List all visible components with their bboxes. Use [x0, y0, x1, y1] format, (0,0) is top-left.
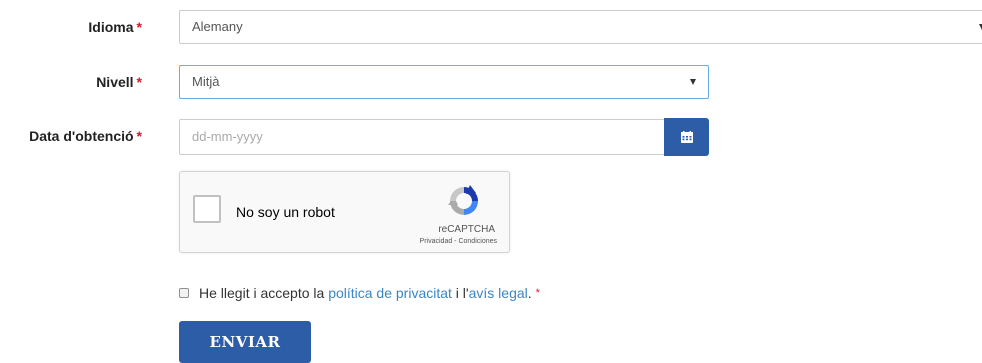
consent-text-prefix: He llegit i accepto la [199, 285, 329, 301]
recaptcha-links: Privacidad - Condiciones [420, 238, 497, 245]
date-label-text: Data d'obtenció [29, 128, 134, 144]
consent-checkbox[interactable] [179, 288, 189, 298]
required-marker: * [136, 19, 142, 35]
idioma-label: Idioma * [88, 19, 142, 35]
idioma-label-text: Idioma [88, 19, 134, 35]
consent-text-middle: i l' [451, 285, 469, 301]
recaptcha-brand: reCAPTCHA [438, 224, 495, 235]
nivell-label: Nivell * [96, 74, 142, 90]
consent-text-suffix: . [527, 285, 532, 301]
required-marker: * [136, 74, 142, 90]
recaptcha-logo-icon [448, 185, 478, 215]
recaptcha-checkbox-label: No soy un robot [236, 204, 335, 220]
recaptcha-privacy-link[interactable]: Privacidad [420, 238, 453, 245]
nivell-select[interactable]: Mitjà [179, 65, 709, 99]
date-label: Data d'obtenció * [29, 128, 142, 144]
legal-notice-link[interactable]: avís legal [469, 285, 528, 301]
idioma-select[interactable]: Alemany [179, 10, 982, 44]
calendar-icon [680, 131, 693, 143]
chevron-down-icon [690, 79, 696, 85]
required-marker: * [136, 128, 142, 144]
date-placeholder: dd-mm-yyyy [192, 129, 263, 144]
required-marker: * [535, 287, 540, 299]
nivell-label-text: Nivell [96, 74, 134, 90]
idioma-selected-value: Alemany [192, 19, 243, 34]
nivell-selected-value: Mitjà [192, 74, 220, 89]
privacy-policy-link[interactable]: política de privacitat [328, 285, 452, 301]
recaptcha-terms-link[interactable]: Condiciones [458, 238, 497, 245]
consent-row: He llegit i accepto la política de priva… [179, 285, 540, 301]
date-input[interactable]: dd-mm-yyyy [179, 119, 665, 155]
calendar-button[interactable] [664, 118, 709, 156]
recaptcha-checkbox[interactable] [193, 195, 221, 223]
recaptcha-widget: No soy un robot reCAPTCHA Privacidad - C… [179, 171, 510, 253]
submit-button[interactable]: ENVIAR [179, 321, 311, 363]
